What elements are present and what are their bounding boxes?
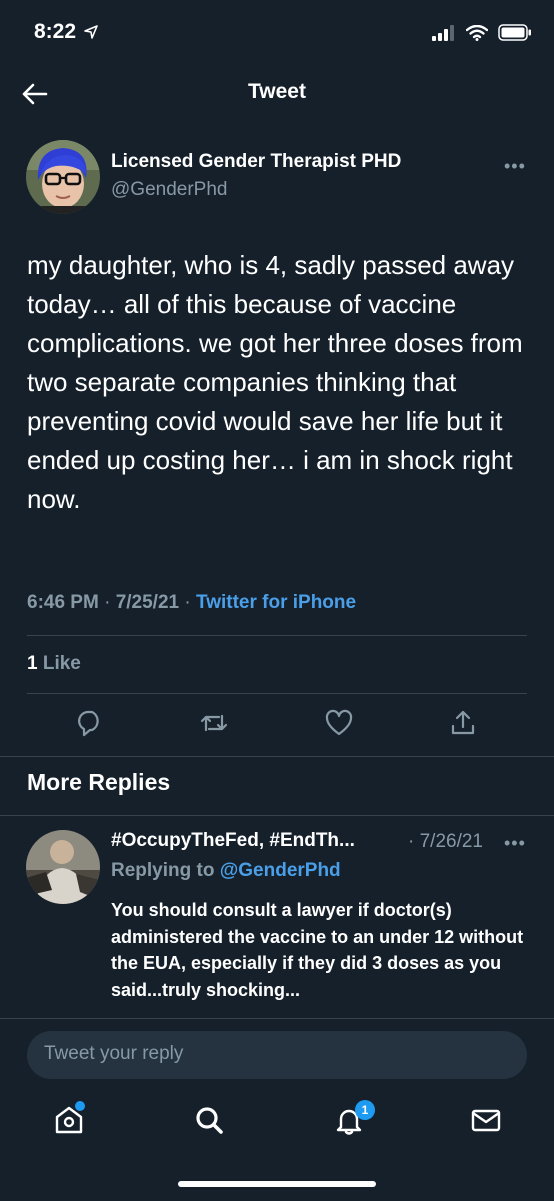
meta-separator: ·: [104, 592, 116, 613]
status-time-text: 8:22: [34, 20, 77, 43]
divider: [27, 635, 527, 636]
heart-icon[interactable]: [324, 708, 354, 738]
meta-separator: ·: [184, 592, 196, 613]
search-icon[interactable]: [193, 1104, 225, 1136]
author-handle[interactable]: @GenderPhd: [111, 179, 227, 201]
reply-text: You should consult a lawyer if doctor(s)…: [111, 900, 524, 1000]
home-unread-dot: [75, 1101, 85, 1111]
share-icon[interactable]: [448, 708, 478, 738]
likes-number: 1: [27, 653, 38, 674]
likes-count[interactable]: 1 Like: [27, 653, 81, 675]
replying-handle-link[interactable]: @GenderPhd: [220, 860, 341, 881]
status-bar-time: 8:22: [34, 20, 98, 44]
cellular-signal-icon: [432, 24, 454, 41]
tweet-metadata: 6:46 PM · 7/25/21 · Twitter for iPhone: [27, 592, 356, 614]
status-bar-indicators: [432, 24, 532, 41]
divider: [0, 756, 554, 757]
more-options-icon[interactable]: •••: [504, 156, 526, 177]
battery-icon: [498, 24, 531, 41]
tweet-text: my daughter, who is 4, sadly passed away…: [27, 250, 523, 514]
wifi-icon: [466, 24, 488, 41]
tweet-client-link[interactable]: Twitter for iPhone: [196, 592, 356, 613]
mail-icon[interactable]: [470, 1104, 502, 1136]
likes-label: Like: [42, 653, 81, 674]
avatar-image: [26, 140, 100, 214]
tweet-time: 6:46 PM: [27, 592, 99, 613]
reply-avatar[interactable]: [26, 830, 100, 904]
reply-author-name[interactable]: #OccupyTheFed, #EndTh...: [111, 830, 355, 852]
divider: [27, 693, 527, 694]
tweet-date: 7/25/21: [115, 592, 180, 613]
replying-to: Replying to @GenderPhd: [111, 860, 341, 882]
more-replies-heading: More Replies: [27, 769, 171, 795]
reply-more-options-icon[interactable]: •••: [504, 833, 526, 854]
author-name[interactable]: Licensed Gender Therapist PHD: [111, 151, 401, 173]
reply-avatar-image: [26, 830, 100, 904]
location-arrow-icon: [84, 25, 98, 40]
retweet-icon[interactable]: [199, 708, 229, 738]
notifications-badge: 1: [355, 1100, 375, 1120]
divider: [0, 815, 554, 816]
reply-icon[interactable]: [75, 708, 105, 738]
replying-prefix: Replying to: [111, 860, 215, 881]
home-indicator: [178, 1181, 376, 1187]
reply-composer-placeholder: Tweet your reply: [44, 1043, 184, 1064]
reply-date: · 7/26/21: [408, 831, 483, 852]
author-avatar[interactable]: [26, 140, 100, 214]
header-title: Tweet: [248, 80, 306, 103]
